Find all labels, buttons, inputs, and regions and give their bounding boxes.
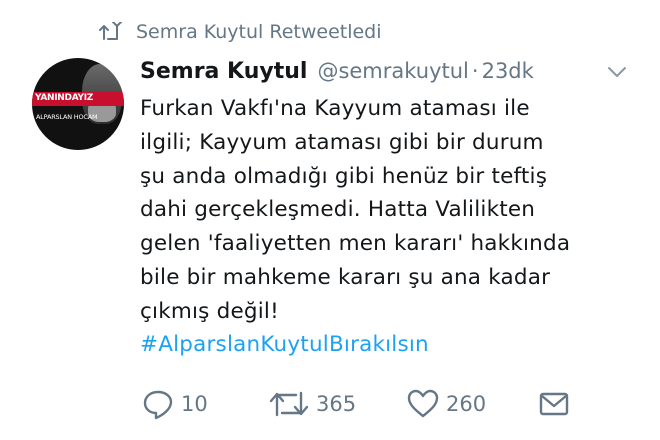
chevron-down-icon[interactable] xyxy=(606,64,628,80)
hashtag-link[interactable]: #AlparslanKuytulBırakılsın xyxy=(140,328,429,361)
like-button[interactable]: 260 xyxy=(406,384,486,424)
retweeted-by-text: Semra Kuytul Retweetledi xyxy=(136,21,382,43)
like-count: 260 xyxy=(446,392,487,416)
retweet-icon xyxy=(99,22,122,40)
tweet-timestamp[interactable]: 23dk xyxy=(482,59,534,83)
avatar-band-text: YANINDAYIZ xyxy=(35,93,94,103)
avatar[interactable]: YANINDAYIZ ALPARSLAN HOCAM xyxy=(32,58,124,150)
retweeted-by-line[interactable]: Semra Kuytul Retweetledi xyxy=(98,14,382,50)
author-handle[interactable]: @semrakuytul xyxy=(317,59,468,83)
tweet-actions: 10 365 260 xyxy=(0,384,660,424)
author-name[interactable]: Semra Kuytul xyxy=(140,59,307,84)
separator-dot: · xyxy=(471,59,479,83)
tweet-text-line: dahi gerçekleşmedi. Hatta Valilikten xyxy=(140,197,536,223)
tweet-text-line: ilgili; Kayyum ataması gibi bir durum xyxy=(140,129,544,155)
tweet-text-line: Furkan Vakfı'na Kayyum ataması ile xyxy=(140,96,530,121)
tweet-header: Semra Kuytul @semrakuytul · 23dk xyxy=(140,56,534,86)
avatar-sub-text: ALPARSLAN HOCAM xyxy=(36,113,98,121)
tweet-text-line: çıkmış değil! xyxy=(140,298,279,324)
tweet-text-line: bile bir mahkeme kararı şu ana kadar xyxy=(140,264,551,290)
reply-button[interactable]: 10 xyxy=(141,384,208,424)
tweet-text: Furkan Vakfı'na Kayyum ataması ile ilgil… xyxy=(140,92,640,329)
reply-count: 10 xyxy=(181,392,208,416)
retweet-count: 365 xyxy=(316,392,357,416)
envelope-icon xyxy=(539,392,569,416)
retweet-icon xyxy=(269,391,309,417)
tweet-text-line: gelen 'faaliyetten men kararı' hakkında xyxy=(140,231,571,257)
direct-message-button[interactable] xyxy=(539,384,569,424)
heart-icon xyxy=(407,389,439,418)
retweet-button[interactable]: 365 xyxy=(268,384,356,424)
reply-icon xyxy=(143,390,173,420)
tweet-text-line: şu anda olmadığı gibi henüz bir teftiş xyxy=(140,163,548,189)
